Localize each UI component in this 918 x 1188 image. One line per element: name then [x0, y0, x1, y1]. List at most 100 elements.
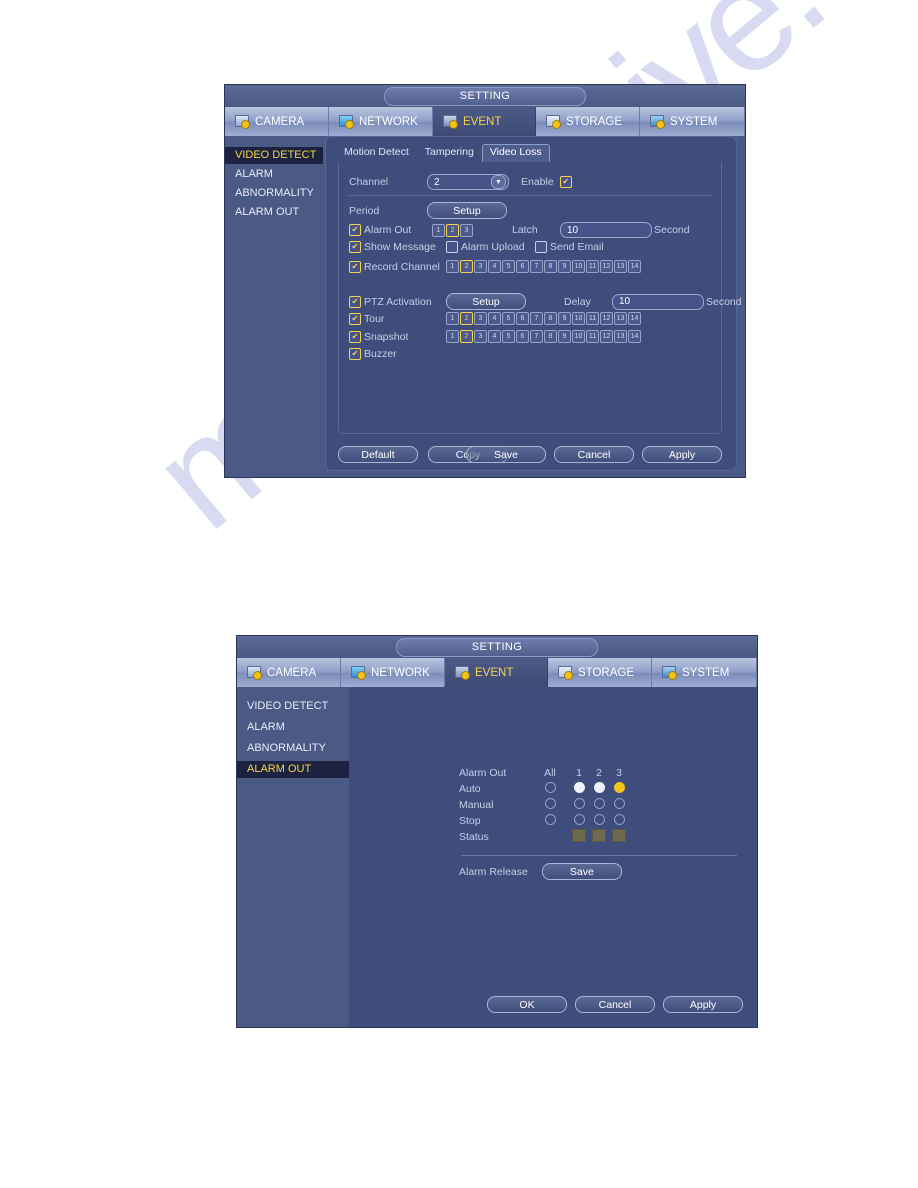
record-channel-13[interactable]: 13	[614, 260, 627, 273]
manual-all-radio[interactable]	[544, 798, 556, 809]
ptz-activation-checkbox[interactable]	[349, 295, 361, 308]
tab-storage-2[interactable]: STORAGE	[548, 658, 652, 687]
record-channel-checkbox[interactable]	[349, 260, 361, 273]
record-channel-2[interactable]: 2	[460, 260, 473, 273]
snapshot-channel-8[interactable]: 8	[544, 330, 557, 343]
latch-input[interactable]: 10	[560, 222, 652, 238]
tour-channel-7[interactable]: 7	[530, 312, 543, 325]
apply-button[interactable]: Apply	[642, 446, 722, 463]
snapshot-channel-7[interactable]: 7	[530, 330, 543, 343]
tour-checkbox[interactable]	[349, 312, 361, 325]
default-button[interactable]: Default	[338, 446, 418, 463]
snapshot-channel-4[interactable]: 4	[488, 330, 501, 343]
snapshot-channel-1[interactable]: 1	[446, 330, 459, 343]
tab-event[interactable]: EVENT	[433, 107, 536, 136]
alarm-upload-checkbox[interactable]	[446, 241, 458, 253]
send-email-checkbox[interactable]	[535, 241, 547, 253]
tour-channel-10[interactable]: 10	[572, 312, 585, 325]
enable-checkbox[interactable]	[559, 176, 572, 188]
apply-button-2[interactable]: Apply	[663, 996, 743, 1013]
alarm-out-channel-2[interactable]: 2	[446, 223, 459, 237]
tour-channel-14[interactable]: 14	[628, 312, 641, 325]
tour-channel-3[interactable]: 3	[474, 312, 487, 325]
sidebar-item-alarm-out-2[interactable]: ALARM OUT	[237, 761, 349, 778]
alarm-release-save-button[interactable]: Save	[541, 863, 622, 880]
sidebar-item-abnormality[interactable]: ABNORMALITY	[225, 185, 323, 202]
tour-channel-12[interactable]: 12	[600, 312, 613, 325]
ok-button[interactable]: OK	[487, 996, 567, 1013]
snapshot-channel-2[interactable]: 2	[460, 330, 473, 343]
stop-channel-2-radio[interactable]	[593, 814, 605, 825]
tab-network-2[interactable]: NETWORK	[341, 658, 445, 687]
ptz-setup-button[interactable]: Setup	[446, 293, 526, 310]
snapshot-channel-12[interactable]: 12	[600, 330, 613, 343]
record-channel-6[interactable]: 6	[516, 260, 529, 273]
snapshot-channel-14[interactable]: 14	[628, 330, 641, 343]
snapshot-channel-3[interactable]: 3	[474, 330, 487, 343]
tour-channel-9[interactable]: 9	[558, 312, 571, 325]
record-channel-8[interactable]: 8	[544, 260, 557, 273]
tour-channel-2[interactable]: 2	[460, 312, 473, 325]
record-channel-1[interactable]: 1	[446, 260, 459, 273]
snapshot-channel-13[interactable]: 13	[614, 330, 627, 343]
sidebar-item-video-detect-2[interactable]: VIDEO DETECT	[237, 698, 349, 715]
record-channel-12[interactable]: 12	[600, 260, 613, 273]
snapshot-channel-10[interactable]: 10	[572, 330, 585, 343]
tab-system-2[interactable]: SYSTEM	[652, 658, 757, 687]
record-channel-9[interactable]: 9	[558, 260, 571, 273]
buzzer-checkbox[interactable]	[349, 348, 361, 360]
sidebar-item-video-detect[interactable]: VIDEO DETECT	[225, 147, 323, 164]
manual-channel-3-radio[interactable]	[613, 798, 625, 809]
cancel-button[interactable]: Cancel	[554, 446, 634, 463]
period-setup-button[interactable]: Setup	[427, 202, 507, 219]
sidebar-item-alarm[interactable]: ALARM	[225, 166, 323, 183]
stop-channel-3-radio[interactable]	[613, 814, 625, 825]
tab-camera-2[interactable]: CAMERA	[237, 658, 341, 687]
auto-channel-2-radio[interactable]	[593, 782, 605, 793]
snapshot-channel-5[interactable]: 5	[502, 330, 515, 343]
alarm-out-channel-1[interactable]: 1	[432, 223, 445, 237]
snapshot-channel-6[interactable]: 6	[516, 330, 529, 343]
cancel-button-2[interactable]: Cancel	[575, 996, 655, 1013]
tour-channel-11[interactable]: 11	[586, 312, 599, 325]
subtab-tampering[interactable]: Tampering	[417, 144, 482, 162]
auto-all-radio[interactable]	[544, 782, 556, 793]
manual-channel-2-radio[interactable]	[593, 798, 605, 809]
manual-channel-1-radio[interactable]	[573, 798, 585, 809]
stop-channel-1-radio[interactable]	[573, 814, 585, 825]
tour-channel-1[interactable]: 1	[446, 312, 459, 325]
tab-storage[interactable]: STORAGE	[536, 107, 640, 136]
save-button[interactable]: Save	[466, 446, 546, 463]
auto-channel-3-radio[interactable]	[613, 782, 625, 793]
record-channel-4[interactable]: 4	[488, 260, 501, 273]
record-channel-7[interactable]: 7	[530, 260, 543, 273]
stop-all-radio[interactable]	[544, 814, 556, 825]
tour-channel-5[interactable]: 5	[502, 312, 515, 325]
sidebar-item-abnormality-2[interactable]: ABNORMALITY	[237, 740, 349, 757]
tour-channel-6[interactable]: 6	[516, 312, 529, 325]
tab-camera[interactable]: CAMERA	[225, 107, 329, 136]
tour-channel-8[interactable]: 8	[544, 312, 557, 325]
snapshot-channel-9[interactable]: 9	[558, 330, 571, 343]
delay-input[interactable]: 10	[612, 293, 704, 310]
channel-select[interactable]: 2 ▼	[427, 174, 509, 190]
auto-channel-1-radio[interactable]	[573, 782, 585, 793]
snapshot-channel-11[interactable]: 11	[586, 330, 599, 343]
record-channel-3[interactable]: 3	[474, 260, 487, 273]
record-channel-14[interactable]: 14	[628, 260, 641, 273]
tab-system[interactable]: SYSTEM	[640, 107, 745, 136]
sidebar-item-alarm-2[interactable]: ALARM	[237, 719, 349, 736]
sidebar-item-alarm-out[interactable]: ALARM OUT	[225, 204, 323, 221]
record-channel-5[interactable]: 5	[502, 260, 515, 273]
snapshot-checkbox[interactable]	[349, 330, 361, 343]
tab-event-2[interactable]: EVENT	[445, 658, 548, 687]
tour-channel-4[interactable]: 4	[488, 312, 501, 325]
subtab-video-loss[interactable]: Video Loss	[481, 144, 550, 162]
alarm-out-checkbox[interactable]	[349, 224, 361, 236]
alarm-out-channel-3[interactable]: 3	[460, 223, 473, 237]
tour-channel-13[interactable]: 13	[614, 312, 627, 325]
tab-network[interactable]: NETWORK	[329, 107, 433, 136]
subtab-motion-detect[interactable]: Motion Detect	[336, 144, 417, 162]
show-message-checkbox[interactable]	[349, 241, 361, 253]
record-channel-10[interactable]: 10	[572, 260, 585, 273]
